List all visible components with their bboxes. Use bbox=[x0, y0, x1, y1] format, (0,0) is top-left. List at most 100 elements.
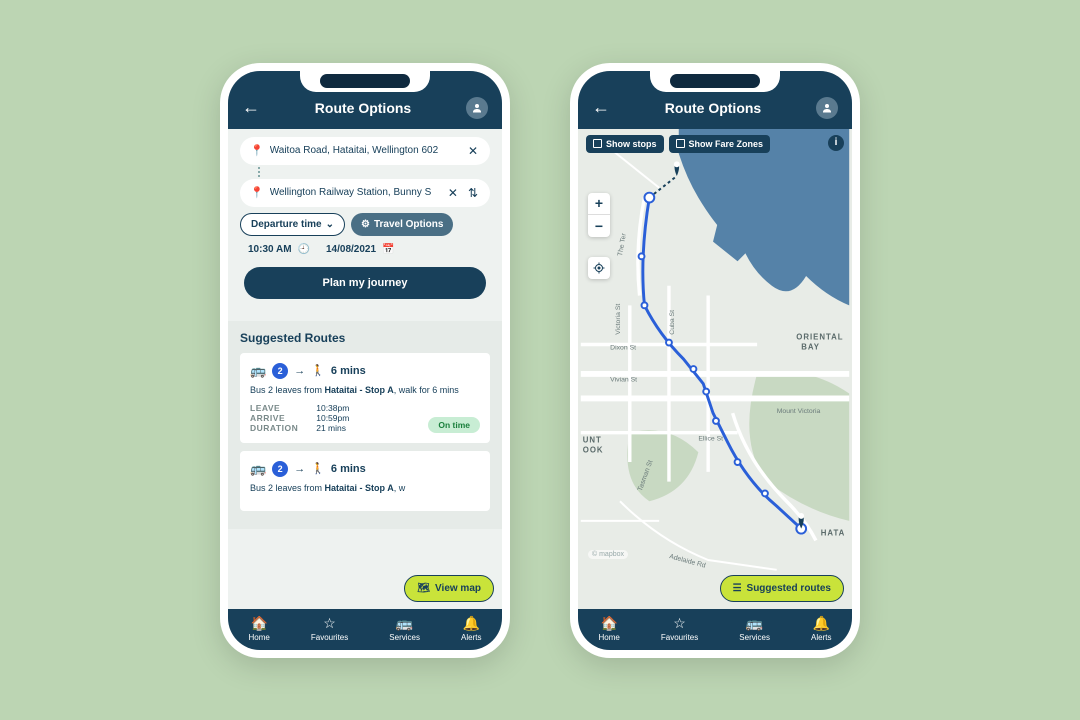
walk-icon: 🚶 bbox=[311, 462, 325, 475]
profile-button[interactable] bbox=[466, 97, 488, 119]
status-badge: On time bbox=[428, 417, 480, 433]
nav-home[interactable]: 🏠Home bbox=[599, 615, 620, 642]
svg-text:UNTOOK: UNTOOK bbox=[583, 435, 604, 454]
view-map-label: View map bbox=[435, 583, 481, 594]
bus-number-badge: 2 bbox=[272, 461, 288, 477]
crosshair-icon bbox=[593, 262, 605, 274]
route-inputs-panel: 📍 Waitoa Road, Hataitai, Wellington 602 … bbox=[228, 129, 502, 307]
map-layer-chips: Show stops Show Fare Zones bbox=[586, 135, 770, 153]
arrow-right-icon: → bbox=[294, 365, 305, 377]
options-row: Departure time ⌄ ⚙ Travel Options bbox=[240, 213, 490, 236]
show-fare-zones-toggle[interactable]: Show Fare Zones bbox=[669, 135, 771, 153]
home-icon: 🏠 bbox=[249, 615, 270, 632]
walk-icon: 🚶 bbox=[311, 364, 325, 377]
suggested-routes-label: Suggested routes bbox=[747, 583, 831, 594]
nav-alerts[interactable]: 🔔Alerts bbox=[461, 615, 481, 642]
destination-text: Wellington Railway Station, Bunny S bbox=[270, 187, 440, 198]
suggested-routes-section: Suggested Routes 🚌 2 → 🚶 6 mins Bus 2 le… bbox=[228, 321, 502, 529]
bell-icon: 🔔 bbox=[461, 615, 481, 632]
bus-icon: 🚌 bbox=[739, 615, 770, 632]
back-button[interactable]: ← bbox=[592, 97, 610, 118]
list-icon: ☰ bbox=[733, 583, 742, 594]
route-options-body: 📍 Waitoa Road, Hataitai, Wellington 602 … bbox=[228, 129, 502, 609]
nav-favourites[interactable]: ☆Favourites bbox=[661, 615, 698, 642]
svg-text:Cuba St: Cuba St bbox=[669, 309, 676, 334]
chevron-down-icon: ⌄ bbox=[326, 219, 334, 230]
times-values: 10:38pm 10:59pm 21 mins bbox=[316, 403, 349, 433]
map-attribution: © mapbox bbox=[588, 550, 628, 559]
route-description: Bus 2 leaves from Hataitai - Stop A, w bbox=[250, 483, 480, 493]
show-stops-toggle[interactable]: Show stops bbox=[586, 135, 664, 153]
nav-services[interactable]: 🚌Services bbox=[739, 615, 770, 642]
bell-icon: 🔔 bbox=[811, 615, 831, 632]
checkbox-icon bbox=[593, 139, 602, 148]
nav-favourites[interactable]: ☆Favourites bbox=[311, 615, 348, 642]
zoom-in-button[interactable]: + bbox=[588, 193, 610, 215]
location-pin-icon: 📍 bbox=[250, 186, 264, 199]
travel-options-button[interactable]: ⚙ Travel Options bbox=[351, 213, 453, 236]
map-icon: 🗺 bbox=[417, 583, 430, 594]
person-icon bbox=[821, 102, 833, 114]
map-view[interactable]: Show stops Show Fare Zones i + − bbox=[578, 129, 852, 609]
zoom-controls: + − bbox=[588, 193, 610, 237]
suggested-routes-fab[interactable]: ☰ Suggested routes bbox=[720, 575, 844, 602]
destination-input[interactable]: 📍 Wellington Railway Station, Bunny S ✕ … bbox=[240, 179, 490, 207]
svg-text:Ellice St: Ellice St bbox=[698, 435, 723, 442]
page-title: Route Options bbox=[268, 100, 458, 116]
svg-text:Victoria St: Victoria St bbox=[615, 303, 622, 334]
date-picker[interactable]: 14/08/2021 📅 bbox=[326, 244, 395, 255]
star-icon: ☆ bbox=[311, 615, 348, 632]
datetime-row: 10:30 AM 🕘 14/08/2021 📅 bbox=[240, 244, 490, 255]
clear-destination-button[interactable]: ✕ bbox=[446, 186, 460, 200]
clock-icon: 🕘 bbox=[298, 244, 310, 255]
times-labels: LEAVE ARRIVE DURATION bbox=[250, 403, 298, 433]
home-icon: 🏠 bbox=[599, 615, 620, 632]
nav-home[interactable]: 🏠Home bbox=[249, 615, 270, 642]
plan-journey-button[interactable]: Plan my journey bbox=[244, 267, 486, 299]
phone-left: ← Route Options 📍 Waitoa Road, Hataitai,… bbox=[220, 63, 510, 658]
origin-text: Waitoa Road, Hataitai, Wellington 602 bbox=[270, 145, 460, 156]
svg-text:Mount Victoria: Mount Victoria bbox=[777, 408, 821, 415]
route-card[interactable]: 🚌 2 → 🚶 6 mins Bus 2 leaves from Hataita… bbox=[240, 353, 490, 443]
route-description: Bus 2 leaves from Hataitai - Stop A, wal… bbox=[250, 385, 480, 395]
zoom-out-button[interactable]: − bbox=[588, 215, 610, 237]
route-summary: 🚌 2 → 🚶 6 mins bbox=[250, 461, 480, 477]
checkbox-icon bbox=[676, 139, 685, 148]
walk-duration: 6 mins bbox=[331, 365, 366, 377]
back-button[interactable]: ← bbox=[242, 97, 260, 118]
view-map-fab[interactable]: 🗺 View map bbox=[404, 575, 494, 602]
bus-number-badge: 2 bbox=[272, 363, 288, 379]
bus-icon: 🚌 bbox=[250, 363, 266, 379]
route-times: LEAVE ARRIVE DURATION 10:38pm 10:59pm 21… bbox=[250, 403, 480, 433]
clear-origin-button[interactable]: ✕ bbox=[466, 144, 480, 158]
date-value: 14/08/2021 bbox=[326, 244, 376, 255]
profile-button[interactable] bbox=[816, 97, 838, 119]
star-icon: ☆ bbox=[661, 615, 698, 632]
nav-services[interactable]: 🚌Services bbox=[389, 615, 420, 642]
page-title: Route Options bbox=[618, 100, 808, 116]
nav-alerts[interactable]: 🔔Alerts bbox=[811, 615, 831, 642]
location-pin-icon: 📍 bbox=[250, 144, 264, 157]
origin-input[interactable]: 📍 Waitoa Road, Hataitai, Wellington 602 … bbox=[240, 137, 490, 165]
travel-options-label: Travel Options bbox=[374, 219, 443, 230]
suggested-heading: Suggested Routes bbox=[240, 331, 490, 345]
sliders-icon: ⚙ bbox=[361, 219, 370, 230]
bottom-nav: 🏠Home ☆Favourites 🚌Services 🔔Alerts bbox=[228, 609, 502, 650]
svg-text:Vivian St: Vivian St bbox=[610, 376, 637, 383]
locate-me-button[interactable] bbox=[588, 257, 610, 279]
map-info-button[interactable]: i bbox=[828, 135, 844, 151]
route-card[interactable]: 🚌 2 → 🚶 6 mins Bus 2 leaves from Hataita… bbox=[240, 451, 490, 511]
screen-left: ← Route Options 📍 Waitoa Road, Hataitai,… bbox=[228, 71, 502, 650]
bus-icon: 🚌 bbox=[250, 461, 266, 477]
swap-button[interactable]: ⇅ bbox=[466, 186, 480, 200]
departure-time-dropdown[interactable]: Departure time ⌄ bbox=[240, 213, 345, 236]
svg-text:HATA: HATA bbox=[821, 528, 846, 537]
time-picker[interactable]: 10:30 AM 🕘 bbox=[248, 244, 310, 255]
phone-notch bbox=[650, 70, 780, 92]
person-icon bbox=[471, 102, 483, 114]
bottom-nav: 🏠Home ☆Favourites 🚌Services 🔔Alerts bbox=[578, 609, 852, 650]
bus-icon: 🚌 bbox=[389, 615, 420, 632]
arrow-right-icon: → bbox=[294, 463, 305, 475]
phone-notch bbox=[300, 70, 430, 92]
time-value: 10:30 AM bbox=[248, 244, 292, 255]
